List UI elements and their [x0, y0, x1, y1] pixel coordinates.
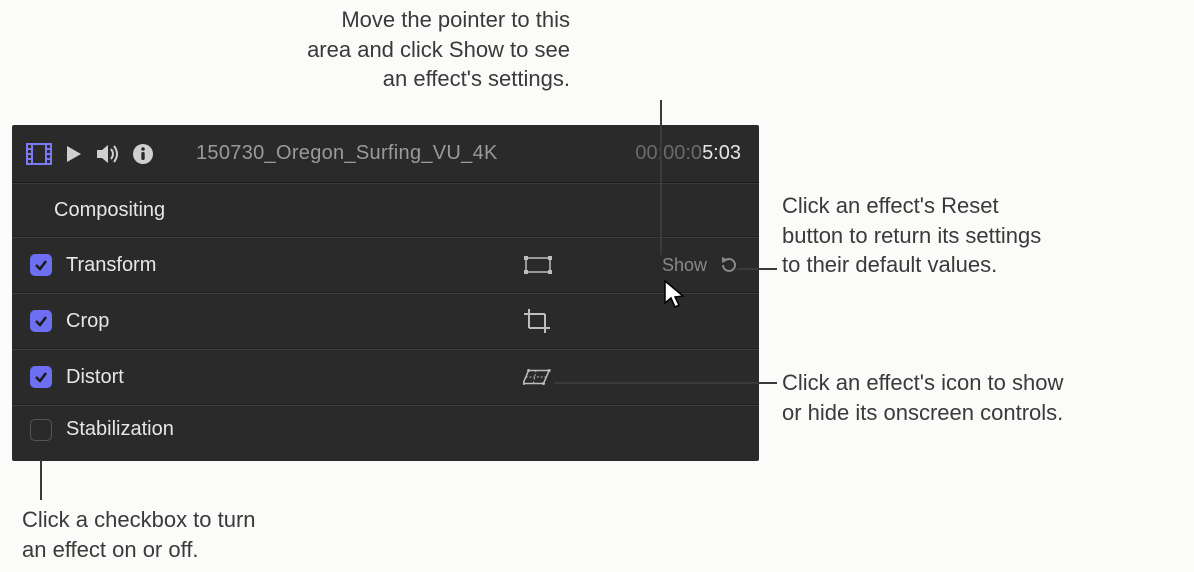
callout-line	[40, 460, 42, 500]
effect-row-stabilization[interactable]: Stabilization	[12, 405, 759, 461]
checkbox-transform[interactable]	[30, 254, 52, 276]
effect-row-crop[interactable]: Crop	[12, 293, 759, 349]
reset-button[interactable]	[717, 253, 741, 277]
effect-row-distort[interactable]: Distort	[12, 349, 759, 405]
checkbox-distort[interactable]	[30, 366, 52, 388]
annotation-checkbox: Click a checkbox to turn an effect on or…	[22, 505, 372, 564]
effect-row-transform[interactable]: Transform Show	[12, 237, 759, 293]
checkbox-crop[interactable]	[30, 310, 52, 332]
effect-label: Crop	[66, 310, 109, 333]
info-icon[interactable]	[132, 143, 154, 165]
checkbox-stabilization[interactable]	[30, 419, 52, 441]
play-icon[interactable]	[64, 144, 84, 164]
distort-icon[interactable]	[523, 365, 551, 389]
section-compositing[interactable]: Compositing	[12, 183, 759, 237]
annotation-show: Move the pointer to this area and click …	[270, 5, 570, 94]
inspector-panel: 150730_Oregon_Surfing_VU_4K 00:00:05:03 …	[12, 125, 759, 461]
effect-label: Distort	[66, 366, 124, 389]
annotation-reset: Click an effect's Reset button to return…	[782, 191, 1182, 280]
section-label: Compositing	[54, 199, 165, 222]
clip-name: 150730_Oregon_Surfing_VU_4K	[166, 142, 635, 165]
show-label[interactable]: Show	[662, 255, 707, 276]
speaker-icon[interactable]	[96, 144, 120, 164]
timecode: 00:00:05:03	[635, 142, 741, 165]
crop-icon[interactable]	[523, 309, 551, 333]
effect-label: Stabilization	[66, 418, 174, 441]
film-icon[interactable]	[26, 143, 52, 165]
transform-rect-icon[interactable]	[524, 253, 552, 277]
panel-header: 150730_Oregon_Surfing_VU_4K 00:00:05:03	[12, 125, 759, 183]
effect-label: Transform	[66, 254, 156, 277]
annotation-icon: Click an effect's icon to show or hide i…	[782, 368, 1182, 427]
